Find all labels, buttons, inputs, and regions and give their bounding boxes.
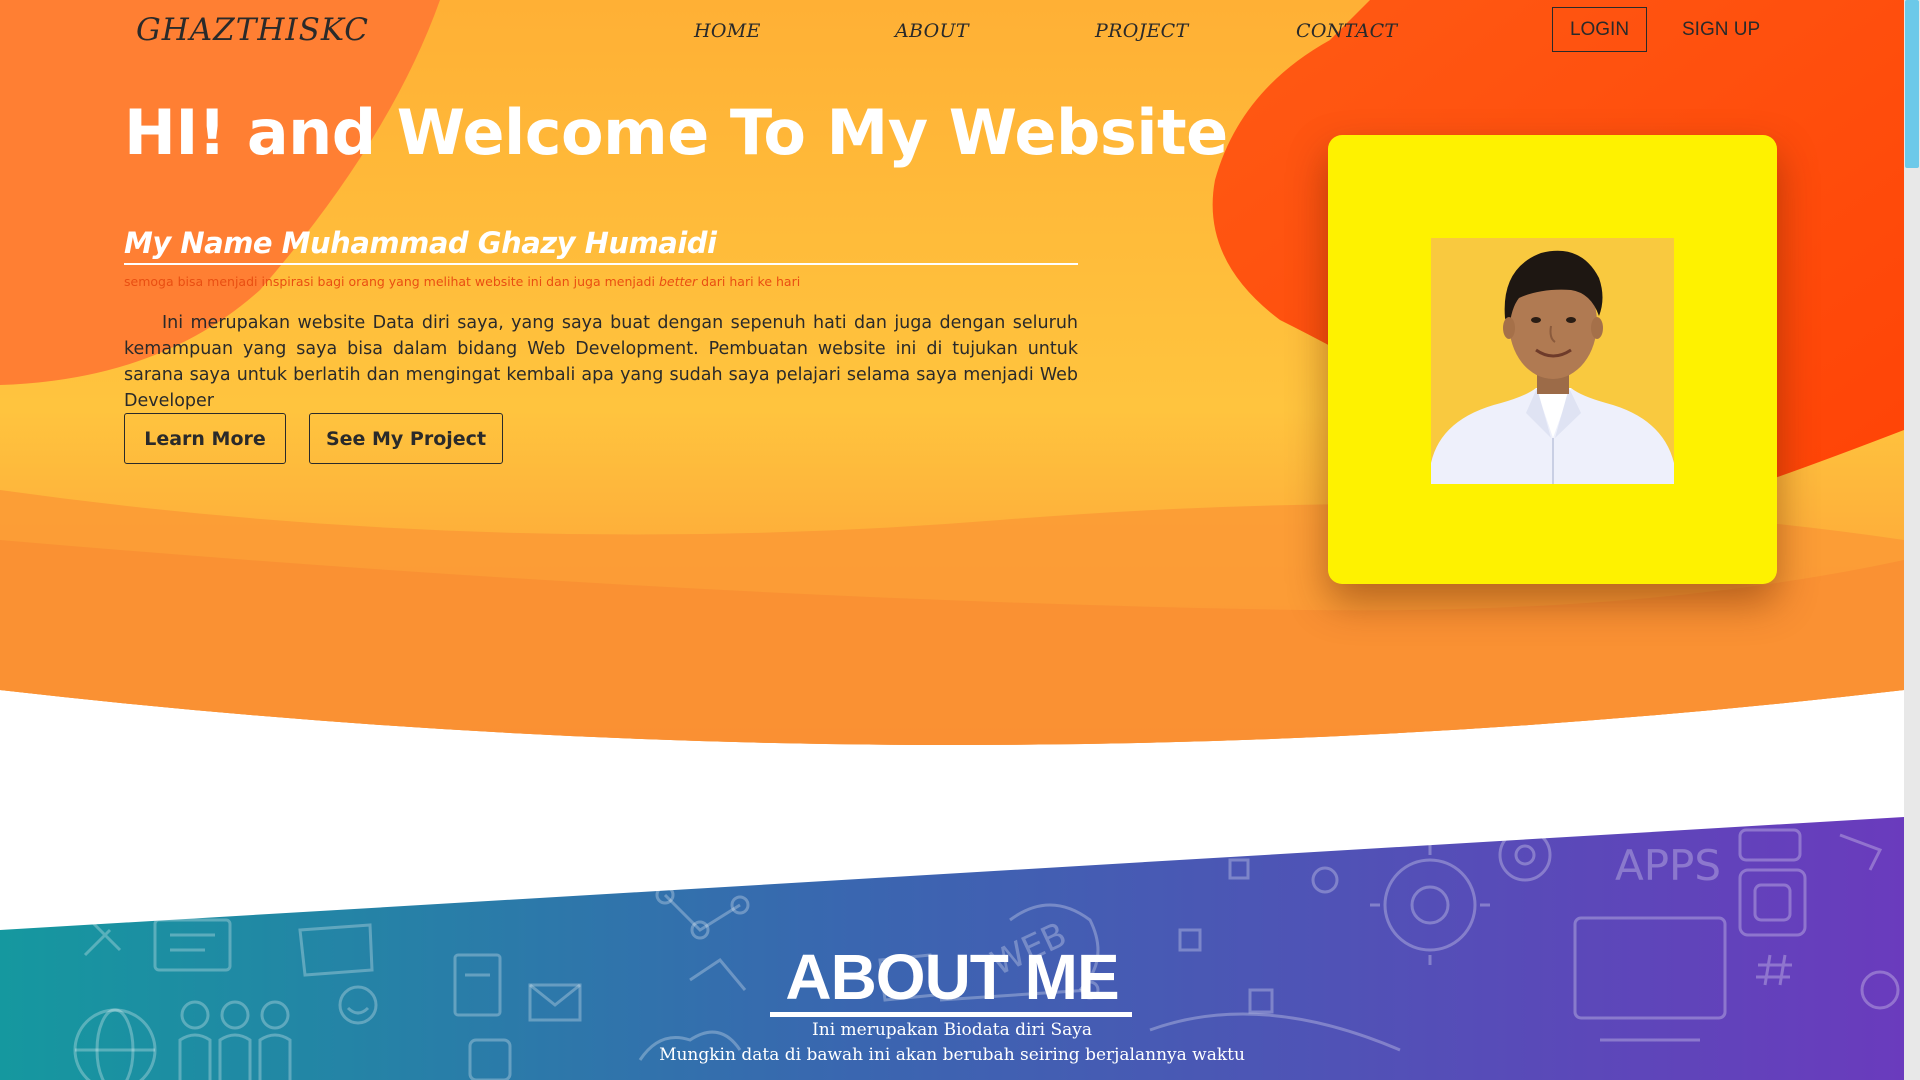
hero-tagline-emphasis: better <box>658 274 698 289</box>
hero-divider <box>124 263 1078 265</box>
nav-project-link[interactable]: PROJECT <box>1095 20 1188 42</box>
doodle-apps: APPS <box>1615 841 1721 890</box>
nav-about-link[interactable]: ABOUT <box>895 20 969 42</box>
login-button[interactable]: LOGIN <box>1552 7 1647 52</box>
page: APPS WEB GHAZTHISKC HOME ABOUT PROJECT C… <box>0 0 1904 1080</box>
hero-name: My Name Muhammad Ghazy Humaidi <box>124 226 717 260</box>
top-navbar: GHAZTHISKC HOME ABOUT PROJECT CONTACT LO… <box>0 0 1904 62</box>
signup-button[interactable]: SIGN UP <box>1682 19 1760 41</box>
profile-photo-card <box>1328 135 1777 584</box>
see-my-project-button[interactable]: See My Project <box>309 413 503 464</box>
nav-contact-link[interactable]: CONTACT <box>1296 20 1397 42</box>
about-subtitle: Ini merupakan Biodata diri Saya <box>812 1020 1092 1040</box>
nav-home-link[interactable]: HOME <box>694 20 761 42</box>
hero-tagline-end: dari hari ke hari <box>697 274 801 289</box>
learn-more-button[interactable]: Learn More <box>124 413 286 464</box>
scrollbar-thumb[interactable] <box>1905 0 1919 168</box>
hero-title: HI! and Welcome To My Website <box>124 96 1228 169</box>
hero-tagline: semoga bisa menjadi inspirasi bagi orang… <box>124 274 800 289</box>
site-logo[interactable]: GHAZTHISKC <box>136 12 369 48</box>
profile-portrait-illustration <box>1431 250 1674 484</box>
about-note: Mungkin data di bawah ini akan berubah s… <box>659 1045 1245 1065</box>
about-divider <box>770 1012 1132 1017</box>
profile-photo <box>1431 238 1674 484</box>
about-title: ABOUT ME <box>785 941 1119 1013</box>
hero-description: Ini merupakan website Data diri saya, ya… <box>124 313 1078 411</box>
hero-tagline-start: semoga bisa menjadi inspirasi bagi orang… <box>124 274 659 289</box>
